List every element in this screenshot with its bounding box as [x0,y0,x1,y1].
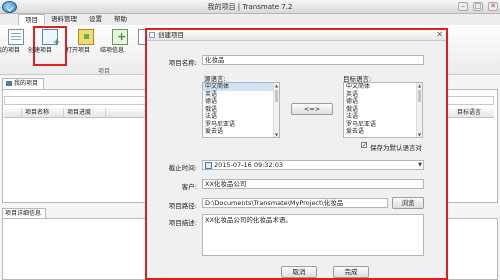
my-projects-button[interactable]: 我的项目 [0,27,30,65]
col-target-language[interactable]: 目标语言 [454,108,494,118]
col-project-progress[interactable]: 项目进度 [64,108,106,118]
ribbon-group-caption: 项目 [98,68,111,75]
list-item[interactable]: 德语 [344,98,422,106]
maximize-icon[interactable]: □ [473,2,483,11]
tab-my-projects-label: 我的项目 [14,80,39,87]
merge-info-button[interactable]: 结项信息 [100,27,134,65]
window-controls: – □ ✕ [458,2,498,11]
tab-project-details[interactable]: 项目详细信息 [2,208,46,218]
list-item[interactable]: 法语 [344,113,422,121]
project-name-input[interactable]: 化妆品 [202,55,424,65]
dialog-title: 创建项目 [158,31,184,39]
project-description-label: 项目描述: [168,219,197,227]
list-item[interactable]: 罗马尼亚语 [344,121,422,129]
create-project-button[interactable]: 创建项目 [28,26,67,66]
calendar-icon [205,162,212,169]
source-list-scrollbar[interactable]: ▲ ▼ [273,83,279,137]
list-item[interactable]: 中文简体 [203,83,279,91]
list-item[interactable]: 俄语 [344,106,422,114]
cancel-button[interactable]: 取消 [281,266,317,278]
dialog-icon [149,32,155,38]
new-project-icon [42,29,60,48]
project-path-input[interactable]: D:\Documents\Transmate\MyProject\化妆品 [202,198,388,208]
list-item[interactable]: 俄语 [203,106,279,114]
menu-bar: 项目 语料管理 设置 帮助 [0,14,500,25]
create-project-dialog: 创建项目 ✕ 项目名称: 化妆品 源语言: 目标语言: 中文简体 英语 德语 俄… [145,28,448,280]
deadline-picker[interactable]: 2015-07-16 09:32:03 ▼ [202,160,424,170]
window-title: 我的项目 | Transmate 7.2 [207,3,293,11]
create-project-label: 创建项目 [28,47,53,54]
close-icon[interactable]: ✕ [488,2,498,11]
project-description-input[interactable]: XX化妆品公司的化妆品术语。 [202,214,424,256]
list-item[interactable]: 爱去语 [344,128,422,136]
menu-project[interactable]: 项目 [18,14,45,25]
list-item[interactable]: 法语 [203,113,279,121]
list-item[interactable]: 英语 [203,91,279,99]
deadline-label: 截止时间: [168,164,197,172]
chevron-down-icon[interactable]: ▼ [418,163,422,168]
target-language-list[interactable]: 中文简体 英语 德语 俄语 法语 罗马尼亚语 爱去语 ▲ ▼ [343,82,423,138]
tab-my-projects[interactable]: 我的项目 [2,78,44,89]
open-folder-icon [78,29,94,45]
col-project-name[interactable]: 项目名称 [22,108,64,118]
list-item[interactable]: 爱去语 [203,128,279,136]
document-icon [8,29,24,45]
client-input[interactable]: XX化妆品公司 [202,179,424,189]
col-index [4,108,22,118]
list-item[interactable]: 中文简体 [344,83,422,91]
list-item[interactable]: 英语 [344,91,422,99]
open-project-button[interactable]: 打开项目 [66,27,100,65]
my-projects-label: 我的项目 [0,47,21,54]
finish-button[interactable]: 完成 [333,266,369,278]
browse-button[interactable]: 浏览 [392,197,424,209]
dialog-close-icon[interactable]: ✕ [436,30,443,40]
merge-info-label: 结项信息 [100,47,125,54]
source-language-list[interactable]: 中文简体 英语 德语 俄语 法语 罗马尼亚语 爱去语 ▲ ▼ [202,82,280,138]
swap-languages-button[interactable]: <=> [291,103,333,115]
client-label: 客户: [181,183,197,191]
project-path-label: 项目路径: [168,202,197,210]
deadline-value: 2015-07-16 09:32:03 [214,161,284,169]
menu-corpus[interactable]: 语料管理 [45,14,83,25]
save-default-label: 保存为默认语言对 [370,144,422,152]
title-bar: 我的项目 | Transmate 7.2 – □ ✕ [0,0,500,14]
target-list-scrollbar[interactable]: ▲ ▼ [416,83,422,137]
list-item[interactable]: 罗马尼亚语 [203,121,279,129]
merge-icon [112,29,128,45]
menu-settings[interactable]: 设置 [83,14,108,25]
menu-help[interactable]: 帮助 [108,14,133,25]
open-project-label: 打开项目 [66,47,91,54]
minimize-icon[interactable]: – [458,2,468,11]
list-item[interactable]: 德语 [203,98,279,106]
save-default-checkbox[interactable]: ✓ [361,142,367,149]
dialog-title-bar: 创建项目 ✕ [147,30,446,41]
project-name-label: 项目名称: [168,59,197,67]
grid-icon [6,81,12,86]
